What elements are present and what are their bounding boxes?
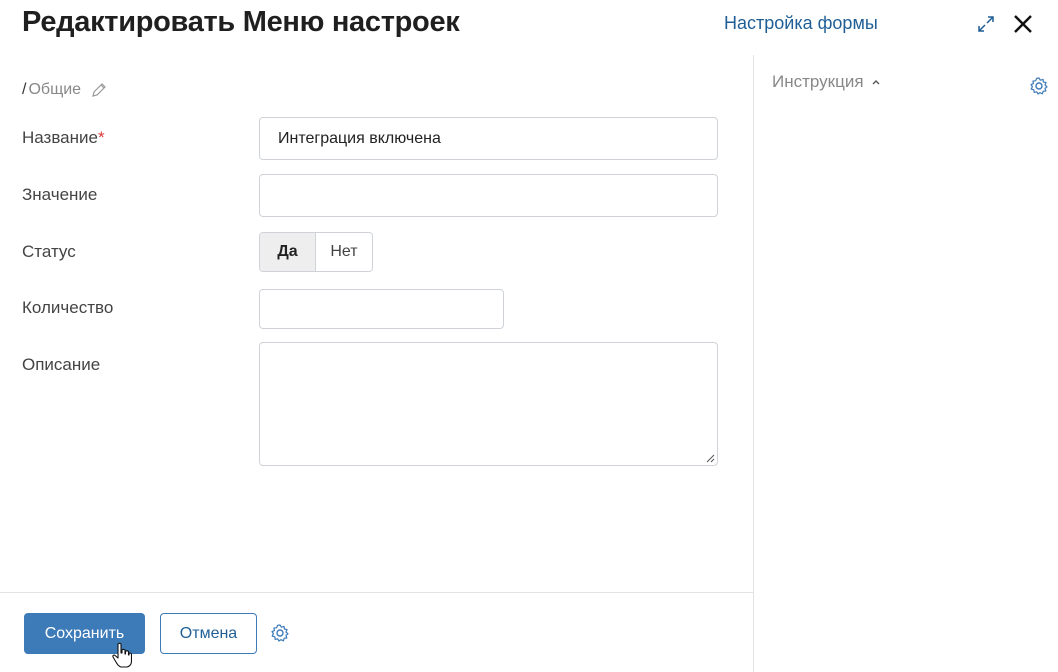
- quantity-input[interactable]: [259, 289, 504, 329]
- status-label: Статус: [22, 242, 76, 261]
- section-slash: /: [22, 81, 27, 98]
- resize-grip-icon[interactable]: [705, 453, 715, 463]
- instruction-toggle[interactable]: Инструкция: [772, 72, 881, 92]
- gear-icon[interactable]: [1029, 76, 1049, 96]
- footer-gear-icon[interactable]: [270, 623, 290, 643]
- name-input[interactable]: Интеграция включена: [259, 117, 718, 160]
- name-label-text: Название: [22, 128, 98, 147]
- page-title: Редактировать Меню настроек: [22, 6, 460, 38]
- pencil-icon[interactable]: [91, 82, 107, 98]
- footer-divider: [0, 592, 753, 593]
- expand-icon[interactable]: [976, 14, 996, 34]
- required-mark: *: [97, 128, 105, 147]
- description-label: Описание: [22, 355, 101, 374]
- section-breadcrumb: / Общие: [22, 81, 107, 99]
- cancel-button[interactable]: Отмена: [160, 613, 257, 654]
- chevron-up-icon: [872, 80, 880, 85]
- value-input[interactable]: [259, 174, 718, 217]
- status-option-yes[interactable]: Да: [260, 233, 316, 271]
- instruction-label: Инструкция: [772, 72, 864, 91]
- section-name: Общие: [28, 81, 82, 98]
- value-label: Значение: [22, 185, 98, 204]
- hand-cursor-icon: [112, 642, 132, 668]
- form-settings-link[interactable]: Настройка формы: [724, 13, 878, 34]
- status-option-no[interactable]: Нет: [316, 233, 372, 271]
- status-toggle: Да Нет: [259, 232, 373, 272]
- close-icon[interactable]: [1011, 12, 1035, 36]
- name-input-value: Интеграция включена: [278, 129, 441, 147]
- pane-divider: [753, 55, 754, 672]
- quantity-label: Количество: [22, 298, 114, 317]
- description-textarea[interactable]: [259, 342, 718, 466]
- name-label: Название*: [22, 128, 105, 148]
